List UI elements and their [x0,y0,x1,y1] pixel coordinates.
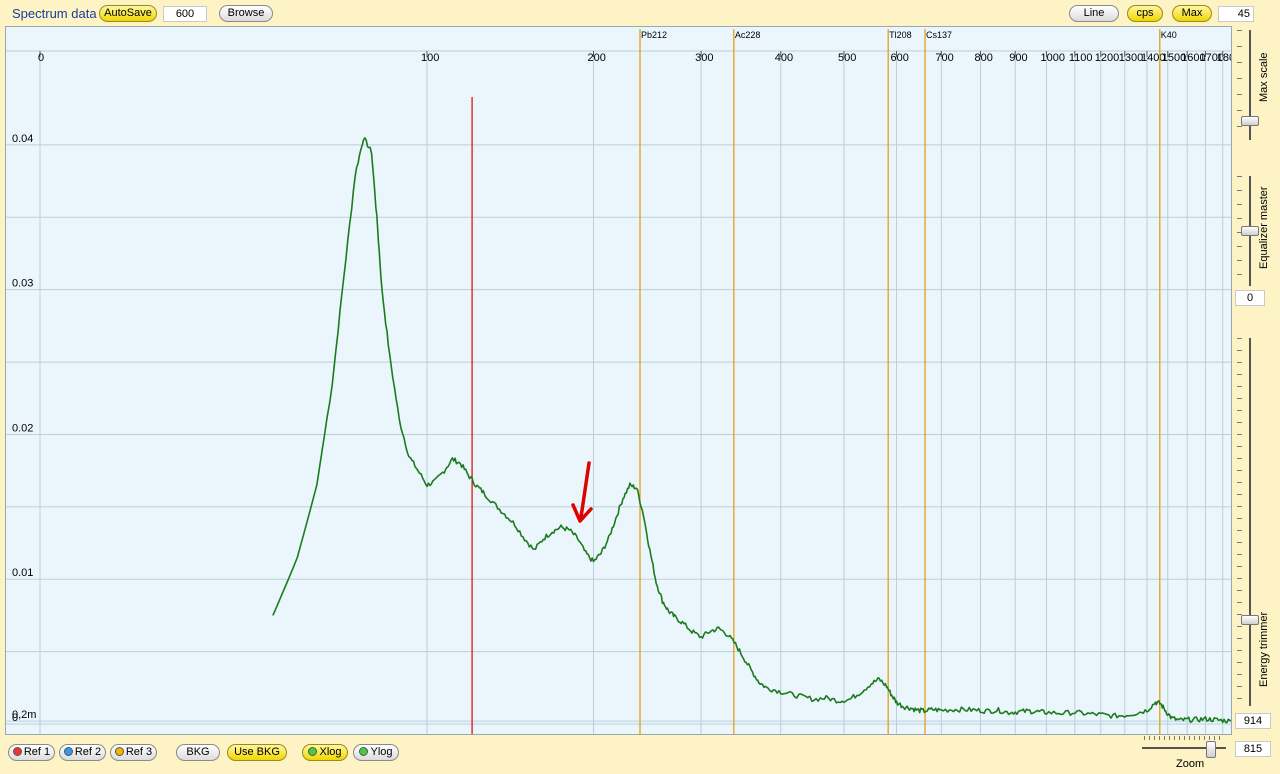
max-scale-slider-thumb[interactable] [1241,116,1259,126]
isotope-marker-label: Cs137 [926,30,952,40]
energy-trimmer-slider-thumb[interactable] [1241,615,1259,625]
xlog-button[interactable]: Xlog [302,744,348,761]
toolbar-top: Spectrum data AutoSave 600 Browse Line c… [0,0,1280,26]
energy-trimmer-slider-track[interactable] [1249,338,1251,706]
ref3-label: Ref 3 [125,746,153,758]
zoom-label: Zoom [1176,758,1205,770]
xlog-label: Xlog [319,746,342,758]
ref2-dot-icon [63,747,73,756]
isotope-marker-label: K40 [1161,30,1177,40]
autosave-button[interactable]: AutoSave [99,5,157,22]
ref1-label: Ref 1 [23,746,51,758]
energy-trimmer-label: Energy trimmer [1258,611,1270,687]
x-tick-label: 700 [935,52,953,64]
x-tick-label: 1300 [1119,52,1143,64]
bkg-button[interactable]: BKG [176,744,220,761]
energy-trimmer-ticks [1237,338,1242,706]
time-field[interactable]: 600 [163,6,207,22]
ylog-button[interactable]: Ylog [353,744,399,761]
x-tick-label: 1100 [1069,52,1093,64]
x-tick-label: 900 [1009,52,1027,64]
ref1-button[interactable]: Ref 1 [8,744,55,761]
equalizer-label: Equalizer master [1258,186,1270,269]
y-tick-label: 0.01 [12,567,33,579]
y-tick-label: 0.02 [12,422,33,434]
x-tick-label: 1800 [1217,52,1231,64]
spectrum-plot-area[interactable]: 0 100 200 300 400 500 600 700 800 900 1000 1100 1200… [5,26,1232,735]
energy-value-field[interactable]: 914 [1235,713,1271,729]
line-button[interactable]: Line [1069,5,1119,22]
x-tick-label: 800 [974,52,992,64]
spectrum-chart[interactable]: 0 100 200 300 400 500 600 700 800 900 1000 1100 1200… [6,27,1231,734]
zoom-value-field[interactable]: 815 [1235,741,1271,757]
max-scale-label: Max scale [1258,52,1270,102]
x-tick-label: 200 [587,52,605,64]
x-tick-label: 400 [775,52,793,64]
y-tick-label: 0.03 [12,278,33,290]
ylog-dot-icon [359,747,369,756]
equalizer-value-field[interactable]: 0 [1235,290,1265,306]
isotope-marker-label: Pb212 [641,30,667,40]
browse-button[interactable]: Browse [219,5,273,22]
ref3-dot-icon [114,747,124,756]
use-bkg-button[interactable]: Use BKG [227,744,287,761]
zoom-slider-thumb[interactable] [1206,741,1216,758]
y-tick-label: 0.04 [12,133,33,145]
ref2-label: Ref 2 [74,746,102,758]
ref2-button[interactable]: Ref 2 [59,744,106,761]
x-tick-label: 1000 [1040,52,1064,64]
spectrum-line [272,137,1231,724]
y-tick-label: 0,2m [12,709,36,721]
x-tick-label: 500 [838,52,856,64]
max-value-field[interactable]: 45 [1218,6,1254,22]
annotation-arrow-shaft [579,461,591,519]
ref3-button[interactable]: Ref 3 [110,744,157,761]
cps-button[interactable]: cps [1127,5,1163,22]
ref1-dot-icon [12,747,22,756]
toolbar-bottom: Ref 1 Ref 2 Ref 3 BKG Use BKG Xlog Ylog [0,735,1232,774]
x-tick-label: 600 [890,52,908,64]
max-button[interactable]: Max [1172,5,1212,22]
zoom-ticks [1144,736,1224,740]
x-tick-label: 300 [695,52,713,64]
isotope-marker-label: Tl208 [889,30,912,40]
equalizer-slider-thumb[interactable] [1241,226,1259,236]
isotope-marker-label: Ac228 [735,30,761,40]
right-control-panel: Max scale Equalizer master 0 Energy trim… [1232,26,1280,774]
ylog-label: Ylog [370,746,393,758]
xlog-dot-icon [308,747,318,756]
x-tick-label: 0 [38,52,44,64]
window-title: Spectrum data [12,6,97,21]
x-tick-label: 1200 [1095,52,1119,64]
x-tick-label: 100 [421,52,439,64]
